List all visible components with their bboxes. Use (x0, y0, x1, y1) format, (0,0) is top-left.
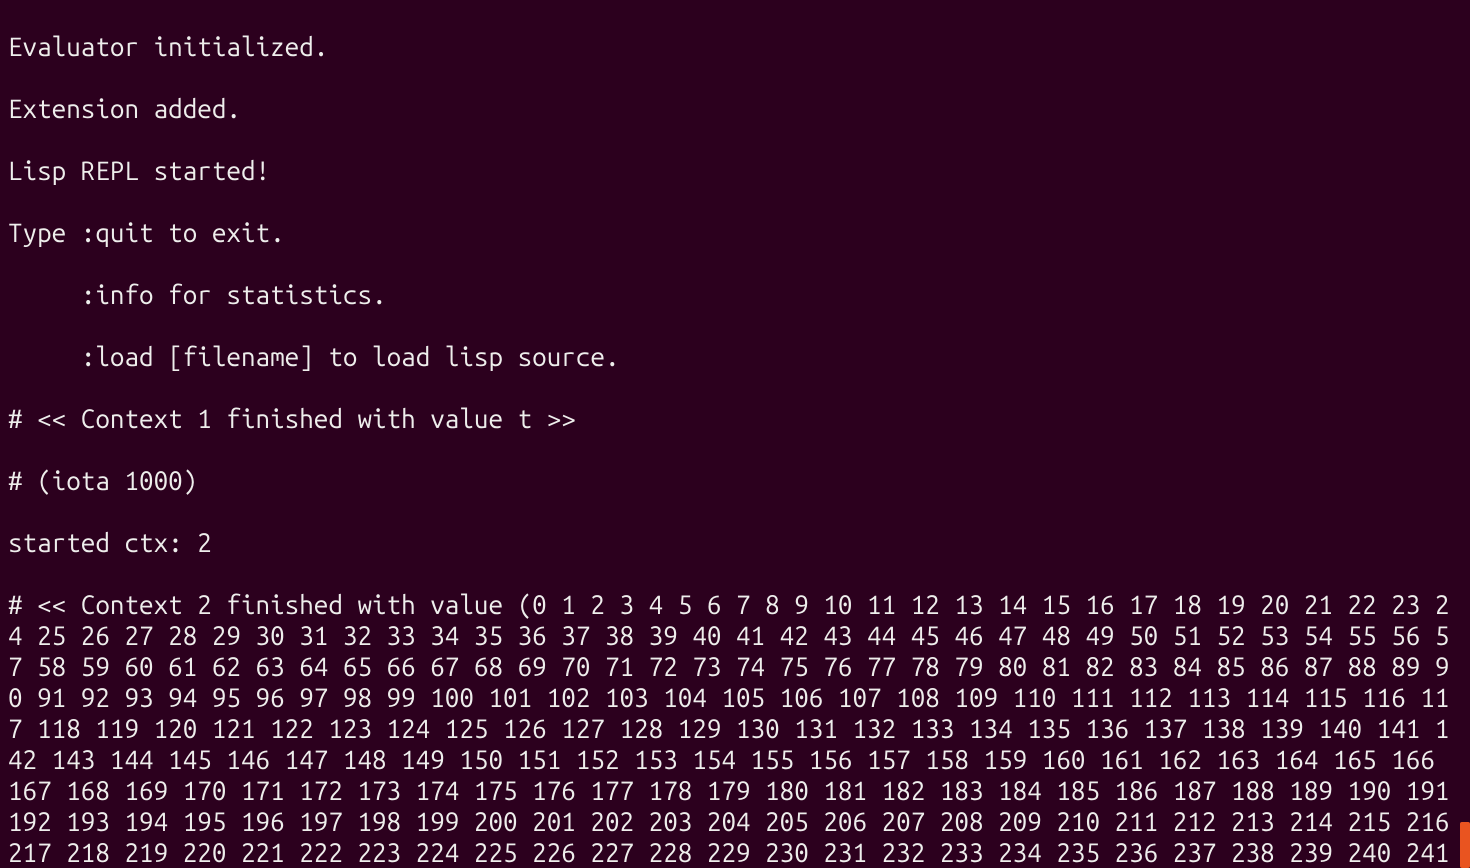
context1-result: # << Context 1 finished with value t >> (8, 404, 576, 433)
scrollbar-thumb[interactable] (1460, 822, 1470, 868)
startup-line: :info for statistics. (8, 280, 387, 309)
repl-input: # (iota 1000) (8, 466, 197, 495)
startup-line: :load [filename] to load lisp source. (8, 342, 620, 371)
startup-line: Type :quit to exit. (8, 218, 285, 247)
startup-line: Extension added. (8, 94, 241, 123)
startup-line: Evaluator initialized. (8, 32, 328, 61)
terminal[interactable]: Evaluator initialized. Extension added. … (0, 0, 1470, 868)
scrollbar-track[interactable] (1460, 0, 1470, 868)
startup-line: Lisp REPL started! (8, 156, 270, 185)
context2-result: # << Context 2 finished with value (0 1 … (8, 590, 1464, 868)
started-ctx: started ctx: 2 (8, 528, 212, 557)
